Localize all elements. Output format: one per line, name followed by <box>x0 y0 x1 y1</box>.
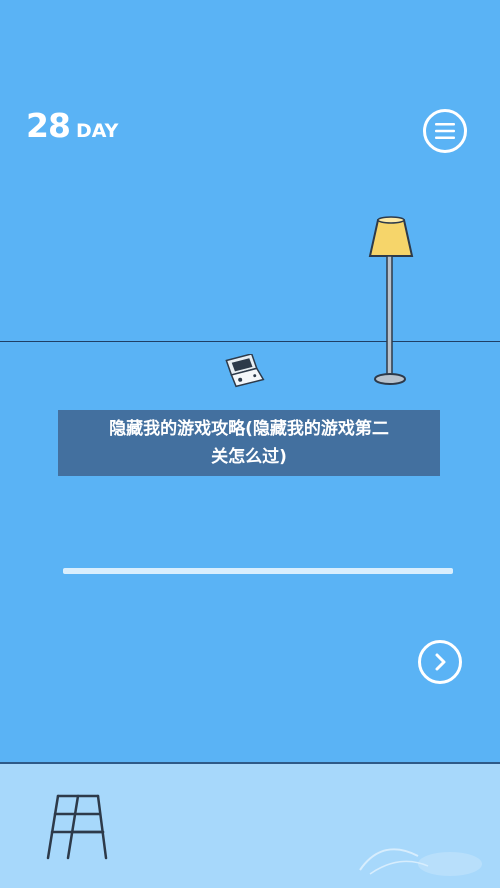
floor-line <box>0 341 500 342</box>
next-button[interactable] <box>418 640 462 684</box>
answer-input-bar <box>63 568 453 574</box>
handheld-game-console[interactable] <box>224 354 266 388</box>
day-label: DAY <box>75 120 119 142</box>
game-screen: 28 DAY 隐藏我的游戏攻略(隐藏我的游戏第二 关怎么过) <box>0 0 500 888</box>
day-counter: 28 DAY <box>26 106 118 145</box>
ladder-item[interactable] <box>42 792 110 860</box>
title-line-2: 关怎么过) <box>211 447 287 467</box>
watermark-logo <box>359 848 482 876</box>
chevron-right-icon <box>435 653 446 671</box>
floor-lamp[interactable] <box>364 214 414 389</box>
hamburger-menu-icon <box>435 123 455 139</box>
menu-button[interactable] <box>423 109 467 153</box>
day-number: 28 <box>26 106 71 145</box>
article-title-overlay: 隐藏我的游戏攻略(隐藏我的游戏第二 关怎么过) <box>58 410 440 476</box>
title-line-1: 隐藏我的游戏攻略(隐藏我的游戏第二 <box>109 419 389 439</box>
